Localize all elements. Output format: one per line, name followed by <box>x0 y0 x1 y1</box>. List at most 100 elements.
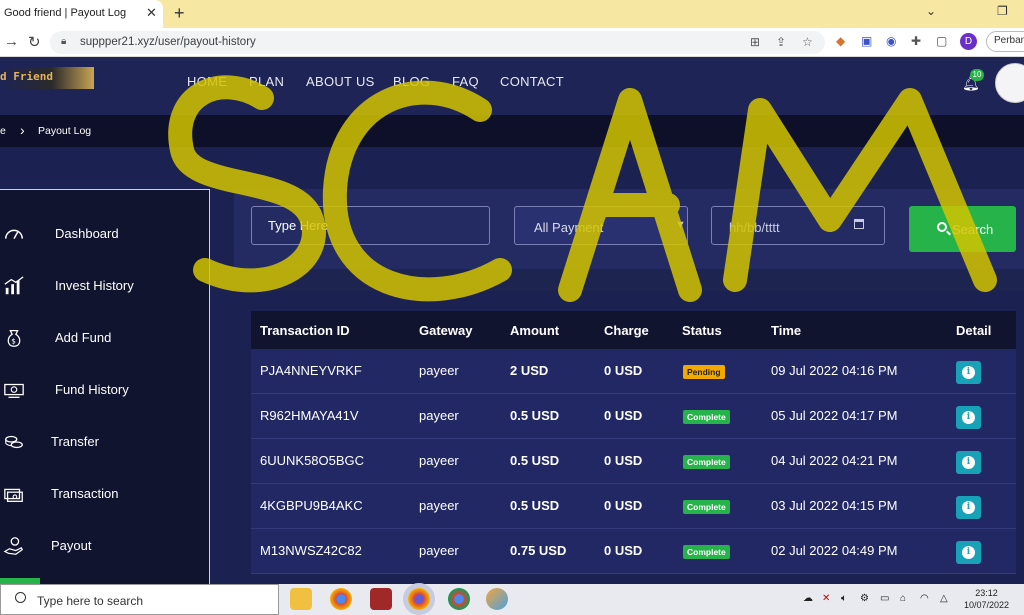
nav-plan[interactable]: PLAN <box>249 74 284 89</box>
info-icon: i <box>962 501 975 514</box>
tray-icon[interactable]: △ <box>940 593 948 604</box>
banknote-icon <box>4 383 24 398</box>
nav-about[interactable]: ABOUT US <box>306 74 375 89</box>
profile-avatar[interactable]: D <box>960 33 977 50</box>
sidepanel-icon[interactable]: ▢ <box>936 34 947 48</box>
tab-title: Good friend | Payout Log <box>4 7 127 19</box>
cash-stack-icon <box>4 488 23 502</box>
tab-close-icon[interactable]: ✕ <box>146 5 157 21</box>
gateway: payeer <box>419 408 459 423</box>
sidebar-item-invest-history[interactable]: Invest History <box>0 269 209 305</box>
table-row: 6UUNK58O5BGC payeer 0.5 USD 0 USD Comple… <box>251 439 1016 484</box>
chart-icon <box>4 276 24 295</box>
puzzle-icon[interactable]: ✚ <box>911 34 921 48</box>
settings-icon[interactable]: ⚙︎ <box>860 593 869 604</box>
detail-button[interactable]: i <box>956 541 981 564</box>
detail-button[interactable]: i <box>956 361 981 384</box>
browser-tab[interactable]: Good friend | Payout Log ✕ <box>0 0 163 28</box>
column-header: Gateway <box>419 323 473 338</box>
sidebar-item-label: Transaction <box>51 486 119 501</box>
clock-time: 23:12 <box>975 588 998 598</box>
amount: 0.75 USD <box>510 543 567 558</box>
sidebar: Dashboard Invest History $ Add Fund Fund… <box>0 189 210 585</box>
calendar-icon[interactable] <box>854 219 864 229</box>
amount: 2 USD <box>510 363 549 378</box>
extension-icon[interactable]: ◉ <box>886 34 896 48</box>
volume-icon[interactable]: 🔈︎ <box>841 593 847 604</box>
taskbar-search-input[interactable]: Type here to search <box>0 584 279 615</box>
sidebar-item-transaction[interactable]: Transaction <box>0 477 209 513</box>
gauge-icon <box>5 229 23 239</box>
url-input[interactable]: 🔒︎ suppper21.xyz/user/payout-history ⊞ ⇪… <box>50 31 825 54</box>
search-button[interactable]: Search <box>909 206 1016 252</box>
network-off-icon[interactable]: ✕ <box>822 593 830 604</box>
battery-icon[interactable]: ▭ <box>880 593 889 604</box>
date-input[interactable]: hh/bb/tttt <box>711 206 885 245</box>
sidebar-item-label: Add Fund <box>55 330 112 345</box>
table-row: 4KGBPU9B4AKC payeer 0.5 USD 0 USD Comple… <box>251 484 1016 529</box>
sidebar-item-add-fund[interactable]: $ Add Fund <box>0 321 209 357</box>
transaction-id: M13NWSZ42C82 <box>260 543 362 558</box>
transaction-id: 4KGBPU9B4AKC <box>260 498 363 513</box>
search-button-label: Search <box>952 222 994 237</box>
gateway: payeer <box>419 543 459 558</box>
detail-button[interactable]: i <box>956 406 981 429</box>
nav-contact[interactable]: CONTACT <box>500 74 564 89</box>
money-bag-icon: $ <box>7 330 21 347</box>
status-badge: Pending <box>683 365 725 379</box>
charge: 0 USD <box>604 408 643 423</box>
share-icon[interactable]: ⇪ <box>776 35 786 49</box>
info-icon: i <box>962 456 975 469</box>
paint-icon[interactable] <box>486 588 508 610</box>
winrar-icon[interactable] <box>370 588 392 610</box>
info-icon: i <box>962 411 975 424</box>
amount: 0.5 USD <box>510 408 560 423</box>
column-header: Status <box>682 323 722 338</box>
chevron-down-icon[interactable]: ⌄ <box>926 4 936 18</box>
nav-blog[interactable]: BLOG <box>393 74 430 89</box>
column-header: Time <box>771 323 802 338</box>
breadcrumb-current: Payout Log <box>38 125 92 137</box>
lock-icon: 🔒︎ <box>61 36 67 47</box>
gateway-select[interactable]: All Payment ▼ <box>514 206 688 245</box>
system-clock[interactable]: 23:12 10/07/2022 <box>964 587 1009 611</box>
bookmark-star-icon[interactable]: ☆ <box>802 35 813 49</box>
nav-home[interactable]: HOME <box>187 74 227 89</box>
profile-button[interactable]: Perban <box>986 31 1024 52</box>
charge: 0 USD <box>604 498 643 513</box>
translate-icon[interactable]: ⊞ <box>750 35 760 49</box>
nav-faq[interactable]: FAQ <box>452 74 479 89</box>
sidebar-item-fund-history[interactable]: Fund History <box>0 373 209 409</box>
extension-icon[interactable]: ▣ <box>861 34 872 48</box>
forward-icon[interactable]: → <box>4 33 19 50</box>
sidebar-item-label: Dashboard <box>55 226 119 241</box>
charge: 0 USD <box>604 363 643 378</box>
chrome-icon[interactable] <box>330 588 352 610</box>
transaction-id: R962HMAYA41V <box>260 408 359 423</box>
sidebar-item-payout[interactable]: Payout <box>0 529 209 565</box>
user-avatar[interactable] <box>995 63 1024 103</box>
chrome-icon[interactable] <box>448 588 470 610</box>
column-header: Transaction ID <box>260 323 350 338</box>
new-tab-icon[interactable]: + <box>174 3 185 24</box>
cloud-icon[interactable]: ☁︎ <box>803 593 813 604</box>
svg-text:$: $ <box>11 337 16 346</box>
tray-icon[interactable]: ⌂ <box>900 593 906 604</box>
sidebar-item-transfer[interactable]: Transfer <box>0 425 209 461</box>
detail-button[interactable]: i <box>956 496 981 519</box>
chrome-icon[interactable] <box>408 588 430 610</box>
search-input[interactable] <box>251 206 490 245</box>
info-icon: i <box>962 366 975 379</box>
column-header: Amount <box>510 323 560 338</box>
time: 03 Jul 2022 04:15 PM <box>771 498 898 513</box>
breadcrumb-home[interactable]: e <box>0 125 6 137</box>
wifi-icon[interactable]: ◠ <box>920 593 929 604</box>
divider <box>234 269 1024 291</box>
file-explorer-icon[interactable] <box>290 588 312 610</box>
site-logo[interactable]: d Friend <box>0 67 94 89</box>
restore-window-icon[interactable]: ❐ <box>997 4 1008 18</box>
sidebar-item-dashboard[interactable]: Dashboard <box>0 217 209 253</box>
reload-icon[interactable]: ↻ <box>28 33 41 51</box>
metamask-icon[interactable]: ◆ <box>836 34 845 48</box>
detail-button[interactable]: i <box>956 451 981 474</box>
